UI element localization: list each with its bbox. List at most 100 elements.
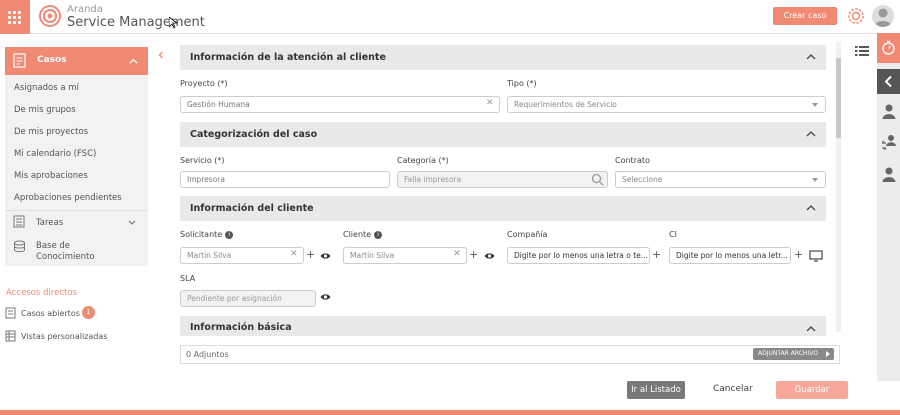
dropdown-arrow-icon[interactable] [812, 178, 818, 182]
clear-icon[interactable]: ✕ [290, 249, 298, 259]
add-icon[interactable]: + [794, 248, 803, 261]
rail-timer-button[interactable] [877, 33, 900, 63]
sidebar-item-pending-approvals[interactable]: Aprobaciones pendientes [14, 193, 122, 203]
divider [5, 210, 148, 211]
user-silhouette-icon [874, 8, 892, 27]
monitor-icon[interactable] [809, 250, 823, 262]
add-icon[interactable]: + [306, 248, 315, 261]
sidebar-item-knowledge-base[interactable]: Base de Conocimiento [5, 237, 148, 263]
count-badge: 1 [82, 306, 95, 319]
eye-icon[interactable] [320, 252, 331, 260]
user-transfer-icon[interactable] [882, 134, 896, 150]
contrato-select[interactable]: Seleccione [615, 171, 826, 188]
sidebar: Casos Asignados a mí De mis grupos De mi… [5, 47, 148, 266]
save-button[interactable]: Guardar [776, 381, 848, 399]
section-title: Información del cliente [190, 203, 314, 214]
sidebar-item-my-projects[interactable]: De mis proyectos [14, 127, 88, 137]
compania-field[interactable]: Digite por lo menos una letra o te... [507, 247, 650, 264]
solicitante-label: Solicitante i [180, 230, 234, 239]
cases-icon [13, 53, 26, 68]
solicitante-label-text: Solicitante [180, 230, 223, 239]
dropdown-arrow-icon[interactable] [812, 103, 818, 107]
chevron-down-icon[interactable] [128, 220, 136, 225]
vertical-scrollbar[interactable] [836, 42, 841, 332]
shortcut-label: Vistas personalizadas [21, 332, 108, 341]
section-client-header[interactable]: Información del cliente [180, 196, 826, 221]
apps-grid-icon[interactable] [0, 0, 30, 34]
section-categorization-header[interactable]: Categorización del caso [180, 122, 826, 147]
eye-icon[interactable] [320, 293, 331, 301]
contrato-label: Contrato [615, 156, 650, 165]
cliente-label: Cliente i [343, 230, 383, 239]
info-icon[interactable]: i [374, 231, 383, 239]
tipo-label: Tipo (*) [507, 79, 537, 88]
add-icon[interactable]: + [652, 248, 661, 261]
chevron-up-icon[interactable] [806, 325, 816, 332]
sidebar-item-my-groups[interactable]: De mis grupos [14, 105, 76, 115]
list-view-icon[interactable] [855, 45, 869, 57]
section-title: Información de la atención al cliente [190, 52, 386, 63]
chevron-up-icon[interactable] [806, 204, 816, 211]
document-icon [5, 307, 16, 319]
section-basic-header[interactable]: Información básica [180, 316, 826, 336]
user-icon[interactable] [882, 166, 896, 182]
create-case-button[interactable]: Crear caso [773, 7, 837, 25]
tipo-select[interactable]: Requerimientos de Servicio [507, 96, 826, 113]
user-avatar[interactable] [872, 5, 894, 27]
sidebar-item-my-approvals[interactable]: Mis aprobaciones [14, 171, 88, 181]
scrollbar-thumb[interactable] [836, 58, 841, 138]
servicio-field[interactable]: Impresora [180, 171, 390, 188]
shortcut-label: Casos abiertos [21, 309, 80, 318]
attach-file-button[interactable]: ADJUNTAR ARCHIVO [753, 348, 834, 360]
attachments-count: 0 Adjuntos [186, 350, 229, 359]
aranda-logo-icon [39, 5, 61, 27]
sla-label: SLA [180, 274, 196, 283]
solicitante-field[interactable]: Martín Silva [180, 247, 304, 264]
chevron-up-icon[interactable] [806, 53, 816, 60]
chevron-up-icon[interactable] [806, 130, 816, 137]
shortcut-open-cases[interactable]: Casos abiertos 1 [5, 306, 145, 320]
ci-field[interactable]: Digite por lo menos una letr... [669, 247, 791, 264]
servicio-label: Servicio (*) [180, 156, 225, 165]
go-to-list-button[interactable]: Ir al Listado [627, 381, 685, 399]
info-icon[interactable]: i [225, 231, 234, 239]
sidebar-item-label: Conocimiento [36, 252, 95, 262]
sidebar-item-casos[interactable]: Casos [5, 47, 148, 75]
brand-name-top: Aranda [67, 4, 103, 15]
top-header: Aranda Service Management Crear caso [0, 0, 900, 34]
search-icon[interactable] [591, 173, 604, 186]
cancel-button[interactable]: Cancelar [713, 384, 753, 394]
gear-icon[interactable] [846, 6, 866, 26]
section-title: Información básica [190, 322, 292, 333]
section-attention-header[interactable]: Información de la atención al cliente [180, 45, 826, 70]
sidebar-item-assigned[interactable]: Asignados a mí [14, 83, 79, 93]
section-title: Categorización del caso [190, 129, 318, 140]
chevron-left-icon [884, 75, 892, 88]
tasks-icon [13, 215, 25, 228]
eye-icon[interactable] [484, 252, 495, 260]
attach-file-label: ADJUNTAR ARCHIVO [758, 350, 818, 357]
stopwatch-icon [882, 40, 895, 55]
rail-collapse-button[interactable] [877, 69, 900, 94]
clear-icon[interactable]: ✕ [486, 98, 494, 108]
categoria-label: Categoría (*) [397, 156, 449, 165]
play-arrow-icon [826, 351, 830, 357]
categoria-field[interactable]: Falla impresora [397, 171, 608, 188]
proyecto-label: Proyecto (*) [180, 79, 228, 88]
cliente-field[interactable]: Martín Silva [343, 247, 467, 264]
mouse-cursor-icon [169, 17, 177, 29]
sidebar-item-calendar[interactable]: Mi calendario (FSC) [14, 149, 96, 159]
sidebar-item-tareas[interactable]: Tareas [5, 213, 148, 231]
clear-icon[interactable]: ✕ [453, 249, 461, 259]
sidebar-item-label: Tareas [36, 218, 64, 228]
chevron-up-icon[interactable] [129, 58, 138, 64]
shortcut-custom-views[interactable]: Vistas personalizadas [5, 329, 145, 343]
proyecto-field[interactable]: Gestión Humana [180, 96, 500, 113]
user-icon[interactable] [882, 103, 896, 119]
attachments-bar: 0 Adjuntos ADJUNTAR ARCHIVO [180, 345, 840, 364]
collapse-sidebar-icon[interactable] [158, 51, 164, 59]
knowledge-base-icon [14, 240, 25, 252]
add-icon[interactable]: + [469, 248, 478, 261]
brand-name-bottom: Service Management [67, 15, 205, 30]
views-list-icon [5, 330, 16, 342]
